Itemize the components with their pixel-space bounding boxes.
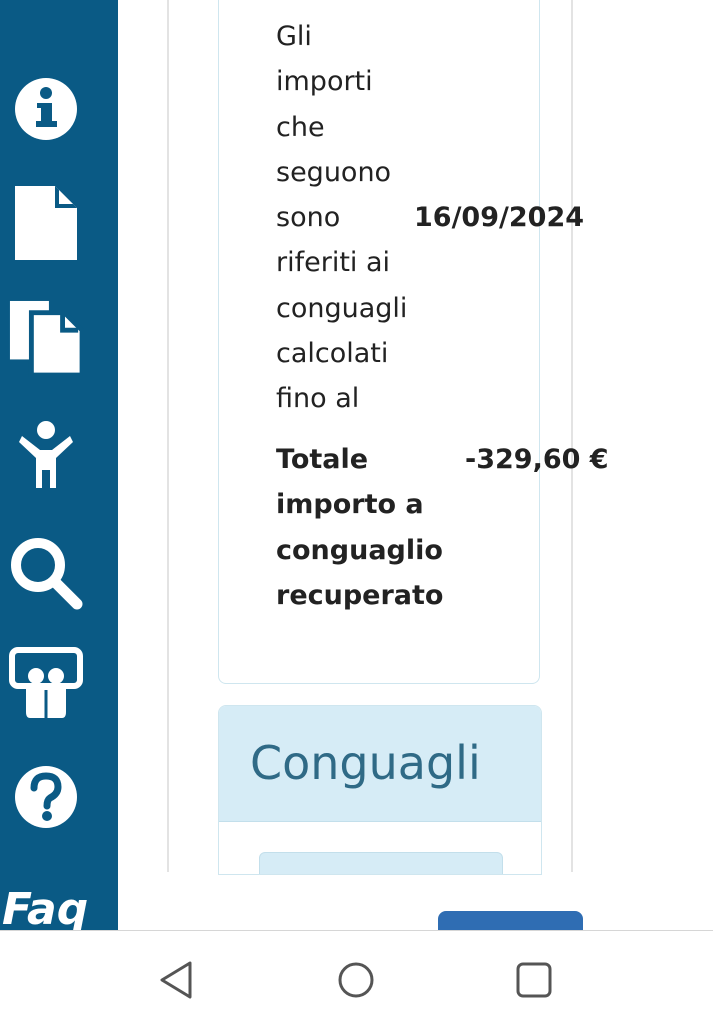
description-line: Gli — [276, 21, 312, 52]
help-icon[interactable] — [8, 764, 84, 830]
back-triangle-icon — [160, 961, 192, 999]
search-icon[interactable] — [8, 536, 84, 610]
description-line: conguagli — [276, 292, 408, 324]
description-line: sono — [276, 202, 341, 234]
total-label-line: importo a — [276, 489, 424, 521]
sign-language-icon[interactable] — [8, 646, 84, 722]
total-amount: -329,60 € — [465, 444, 609, 475]
document-icon[interactable] — [8, 186, 84, 262]
recents-square-icon — [516, 962, 552, 998]
description-line: che — [276, 111, 325, 143]
copy-documents-icon[interactable] — [8, 298, 84, 378]
faq-link[interactable]: Faq — [2, 888, 88, 930]
recents-button[interactable] — [504, 955, 564, 1005]
section-title: Conguagli — [250, 736, 481, 790]
back-button[interactable] — [146, 955, 206, 1005]
total-label-line: conguaglio — [276, 534, 443, 566]
description-line: seguono — [276, 156, 392, 188]
inner-item[interactable] — [259, 852, 503, 874]
sidebar: Faq — [0, 0, 118, 930]
description-line: calcolati — [276, 338, 389, 370]
adjustment-date: 16/09/2024 — [414, 202, 585, 233]
adjustment-description: Gli importi che seguono sono riferiti ai… — [276, 14, 407, 422]
description-line: fino al — [276, 383, 360, 415]
description-line: riferiti ai — [276, 247, 391, 279]
info-icon[interactable] — [8, 76, 84, 142]
home-circle-icon — [338, 962, 374, 998]
system-navigation-bar — [0, 930, 713, 1025]
container-border-right — [571, 0, 573, 872]
total-label: Totale importo a conguaglio recuperato — [276, 437, 443, 618]
total-label-line: recuperato — [276, 579, 444, 611]
conguagli-panel: Conguagli — [218, 705, 542, 875]
container-border-left — [167, 0, 169, 872]
home-button[interactable] — [326, 955, 386, 1005]
accessibility-icon[interactable] — [8, 420, 84, 492]
description-line: importi — [276, 66, 373, 98]
home-icon[interactable] — [8, 0, 84, 20]
panel-header[interactable]: Conguagli — [219, 706, 541, 822]
total-label-line: Totale — [276, 444, 369, 475]
